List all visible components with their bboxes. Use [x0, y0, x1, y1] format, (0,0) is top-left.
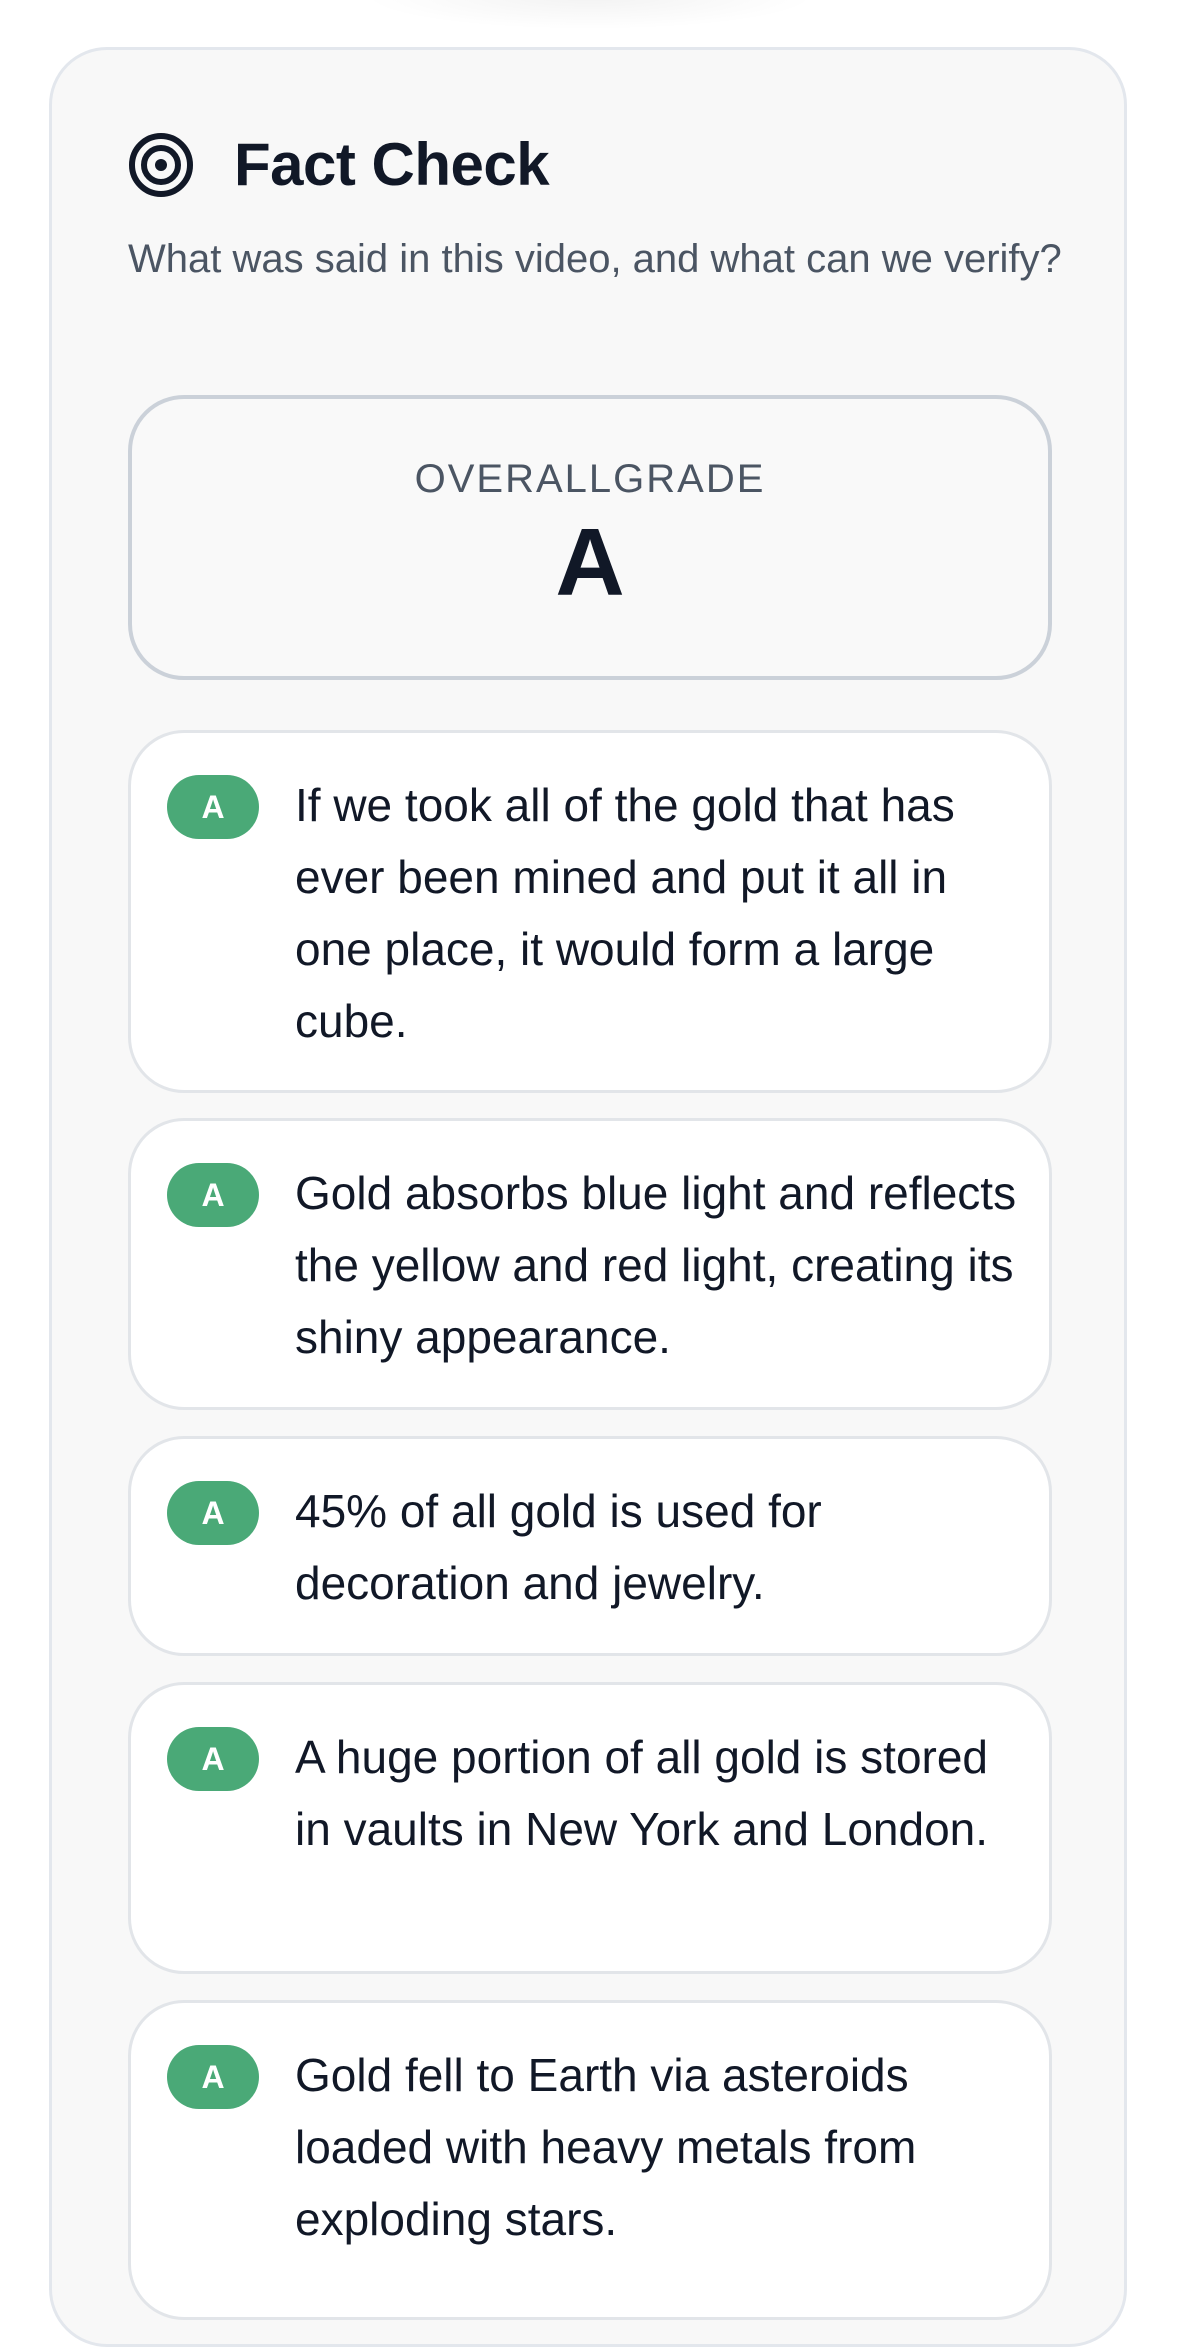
grade-badge: A [167, 1481, 259, 1545]
panel-header: Fact Check [128, 130, 550, 199]
claim-text: Gold absorbs blue light and reflects the… [295, 1167, 1017, 1363]
claim-card[interactable]: A Gold fell to Earth via asteroids loade… [128, 2000, 1052, 2320]
claim-text: Gold fell to Earth via asteroids loaded … [295, 2049, 917, 2245]
claim-card[interactable]: A A huge portion of all gold is stored i… [128, 1682, 1052, 1974]
overall-grade-card: OVERALLGRADE A [128, 395, 1052, 680]
page-subtitle: What was said in this video, and what ca… [128, 237, 1062, 281]
top-shadow [360, 0, 820, 30]
overall-grade-value: A [555, 509, 625, 616]
fact-check-panel: Fact Check What was said in this video, … [49, 47, 1127, 2347]
grade-badge: A [167, 2045, 259, 2109]
claim-text: A huge portion of all gold is stored in … [295, 1731, 989, 1855]
claim-card[interactable]: A 45% of all gold is used for decoration… [128, 1436, 1052, 1656]
overall-grade-label: OVERALLGRADE [414, 457, 766, 501]
claim-text: If we took all of the gold that has ever… [295, 779, 955, 1047]
claim-card[interactable]: A Gold absorbs blue light and reflects t… [128, 1118, 1052, 1410]
claim-text: 45% of all gold is used for decoration a… [295, 1485, 822, 1609]
grade-badge: A [167, 1163, 259, 1227]
grade-badge: A [167, 775, 259, 839]
claim-card[interactable]: A If we took all of the gold that has ev… [128, 730, 1052, 1093]
grade-badge: A [167, 1727, 259, 1791]
page-title: Fact Check [234, 131, 550, 198]
target-icon [129, 132, 193, 197]
